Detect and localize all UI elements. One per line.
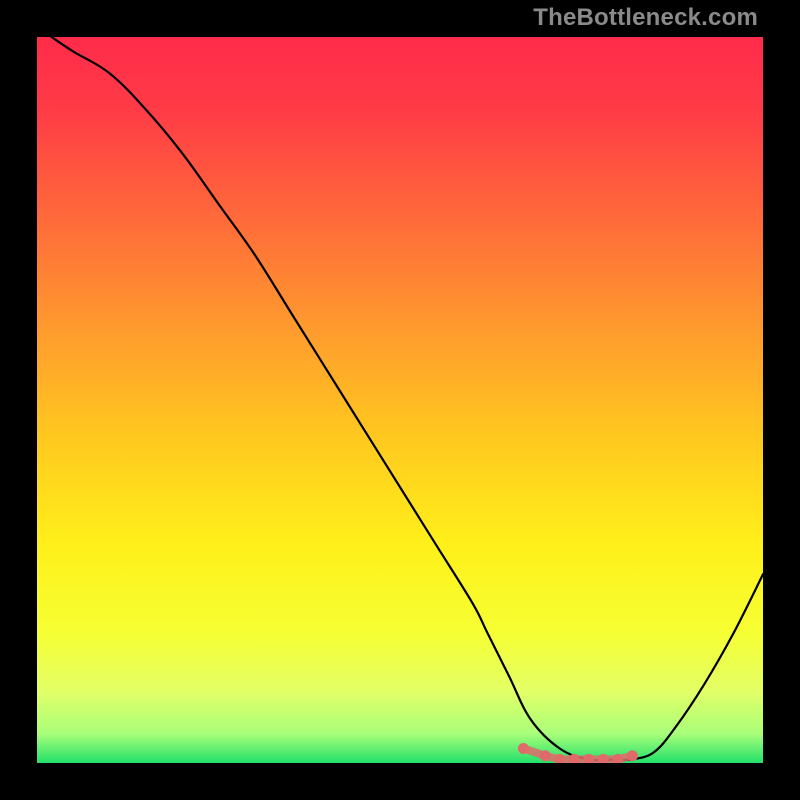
watermark-text: TheBottleneck.com	[533, 4, 758, 32]
chart-frame: TheBottleneck.com	[0, 0, 800, 800]
chart-svg	[37, 37, 763, 763]
gradient-background	[37, 37, 763, 763]
plot-area	[37, 37, 763, 763]
